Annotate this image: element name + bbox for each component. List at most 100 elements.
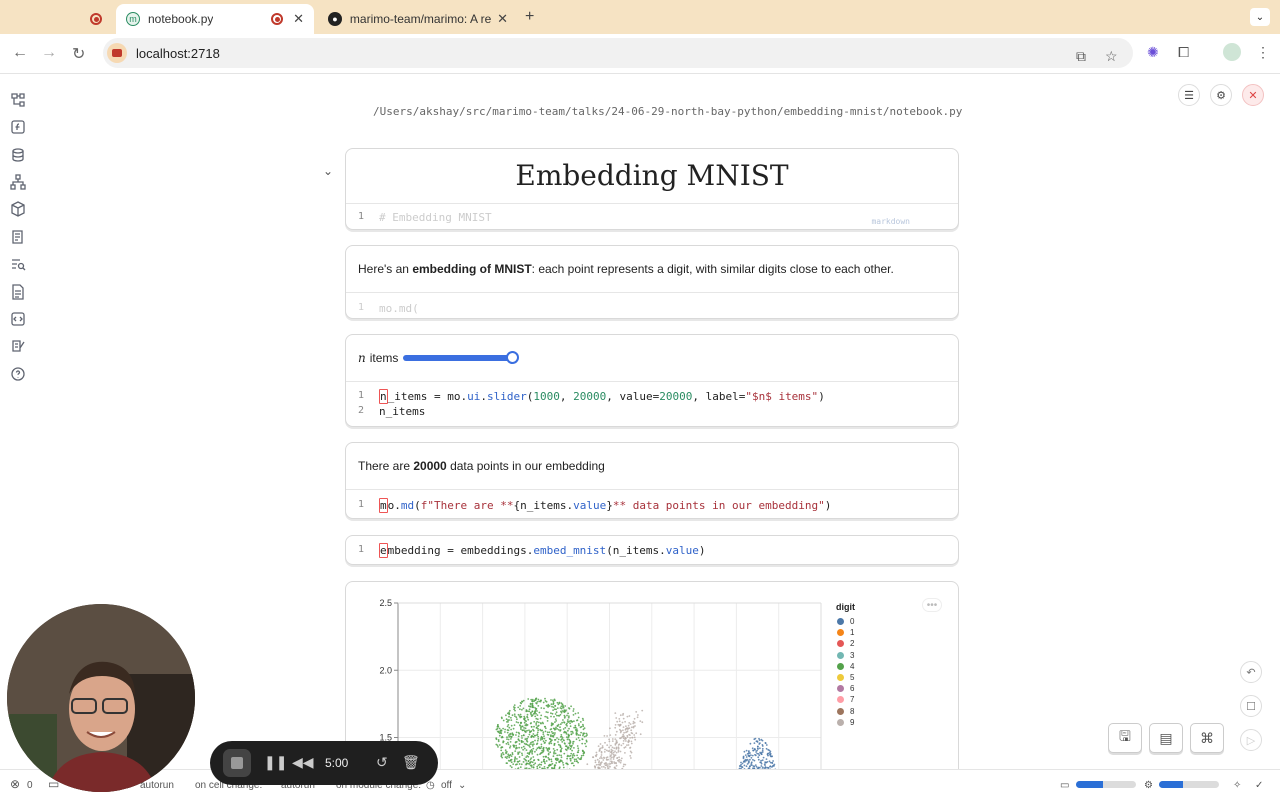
help-icon[interactable] xyxy=(10,366,26,382)
data-point xyxy=(498,727,501,730)
legend-item-7[interactable]: 7 xyxy=(837,694,854,705)
data-point xyxy=(513,713,516,716)
undo-icon[interactable]: ↶ xyxy=(1240,661,1262,683)
camera-site-icon[interactable] xyxy=(107,43,127,63)
pause-icon[interactable]: ❚❚ xyxy=(264,754,287,771)
stop-button[interactable] xyxy=(223,749,251,777)
run-icon[interactable]: ▷ xyxy=(1240,729,1262,751)
slider-label-var: n xyxy=(358,351,366,365)
error-icon[interactable]: ⊗ xyxy=(10,777,20,791)
tab-github[interactable]: ● marimo-team/marimo: A reac ✕ xyxy=(318,4,518,34)
back-icon[interactable]: ← xyxy=(12,44,28,62)
close-tab-icon[interactable]: ✕ xyxy=(293,11,304,27)
chart-cell[interactable]: ••• 2.52.01.51.0 digit 0123456789 xyxy=(345,581,959,781)
scratchpad-icon[interactable] xyxy=(10,338,26,354)
cell-editor[interactable]: 1 # Embedding MNIST markdown xyxy=(346,204,958,229)
data-point xyxy=(592,756,594,759)
data-point xyxy=(601,766,603,768)
cell-editor[interactable]: 1 mo.md(f"There are **{n_items.value}** … xyxy=(346,490,958,518)
check-icon[interactable]: ✓ xyxy=(1255,780,1263,791)
data-point xyxy=(761,747,764,750)
data-point xyxy=(760,738,763,741)
data-point xyxy=(530,726,533,728)
cell-editor[interactable]: 1 embedding = embeddings.embed_mnist(n_i… xyxy=(346,536,958,564)
data-point xyxy=(511,752,514,754)
shutdown-icon[interactable]: ✕ xyxy=(1242,84,1264,106)
trash-icon[interactable]: 🗑 xyxy=(402,754,420,771)
chevron-down-icon[interactable]: ⌄ xyxy=(323,164,333,178)
data-point xyxy=(630,740,633,743)
settings-icon[interactable]: ⚙ xyxy=(1210,84,1232,106)
database-icon[interactable] xyxy=(10,147,26,163)
address-bar[interactable]: localhost:2718 ⧉ ☆ xyxy=(103,38,1133,68)
legend-item-5[interactable]: 5 xyxy=(837,672,854,683)
data-point xyxy=(516,763,518,766)
data-point xyxy=(622,740,625,742)
legend-item-9[interactable]: 9 xyxy=(837,717,854,728)
legend-item-8[interactable]: 8 xyxy=(837,706,854,717)
data-point xyxy=(542,760,545,763)
snippets-icon[interactable] xyxy=(10,311,26,327)
legend-item-4[interactable]: 4 xyxy=(837,661,854,672)
menu-icon[interactable]: ☰ xyxy=(1178,84,1200,106)
data-point xyxy=(500,747,502,749)
documentation-icon[interactable] xyxy=(10,284,26,300)
cell-editor[interactable]: 1 n_items = mo.ui.slider(1000, 20000, va… xyxy=(346,382,958,426)
slider-thumb[interactable] xyxy=(506,351,520,364)
forward-icon[interactable]: → xyxy=(41,44,57,62)
reload-icon[interactable]: ↻ xyxy=(72,44,85,64)
search-text-icon[interactable] xyxy=(10,256,26,272)
data-point xyxy=(579,734,581,737)
recording-tab[interactable] xyxy=(80,4,112,34)
open-external-icon[interactable]: ⧉ xyxy=(1076,48,1086,65)
legend-item-0[interactable]: 0 xyxy=(837,616,854,627)
ai-icon[interactable]: ✧ xyxy=(1233,780,1241,791)
chevron-down-icon[interactable]: ⌄ xyxy=(1250,8,1270,26)
code-cell-slider[interactable]: n items 1 n_items = mo.ui.slider(1000, 2… xyxy=(345,334,959,427)
legend-item-2[interactable]: 2 xyxy=(837,638,854,649)
tab-notebook[interactable]: m notebook.py ✕ xyxy=(116,4,314,34)
data-point xyxy=(550,730,553,733)
menu-dots-icon[interactable]: ⋮ xyxy=(1256,44,1270,61)
module-change-select[interactable]: off xyxy=(441,780,452,791)
chevron-down-icon[interactable]: ⌄ xyxy=(458,780,466,791)
data-point xyxy=(750,756,753,759)
puzzle-icon[interactable]: ⧠ xyxy=(1178,44,1189,61)
save-button[interactable]: 🖫 xyxy=(1108,723,1142,753)
code-line: embedding = embeddings.embed_mnist(n_ite… xyxy=(379,543,706,558)
data-point xyxy=(635,732,638,735)
data-point xyxy=(753,742,756,744)
file-tree-icon[interactable] xyxy=(10,92,26,108)
data-point xyxy=(518,760,521,762)
n-items-slider[interactable] xyxy=(403,351,520,364)
data-point xyxy=(630,729,633,732)
close-tab-icon[interactable]: ✕ xyxy=(497,11,508,27)
code-cell-embed[interactable]: 1 embedding = embeddings.embed_mnist(n_i… xyxy=(345,535,959,565)
legend-label: 8 xyxy=(850,706,855,716)
data-point xyxy=(562,728,565,730)
data-point xyxy=(553,752,555,755)
command-palette-button[interactable]: ⌘ xyxy=(1190,723,1224,753)
function-icon[interactable] xyxy=(10,119,26,135)
extension-icon[interactable]: ✺ xyxy=(1147,44,1159,61)
rewind-icon[interactable]: ◀◀ xyxy=(292,754,314,771)
layout-button[interactable]: ▤ xyxy=(1149,723,1183,753)
markdown-cell-title[interactable]: Embedding MNIST 1 # Embedding MNIST mark… xyxy=(345,148,959,230)
outline-icon[interactable] xyxy=(10,229,26,245)
star-icon[interactable]: ☆ xyxy=(1105,48,1118,65)
legend-item-3[interactable]: 3 xyxy=(837,650,854,661)
package-icon[interactable] xyxy=(10,201,26,217)
cell-output: Here's an embedding of MNIST: each point… xyxy=(346,246,958,293)
profile-avatar[interactable] xyxy=(1223,43,1241,61)
dependency-graph-icon[interactable] xyxy=(10,174,26,190)
code-cell-count[interactable]: There are 20000 data points in our embed… xyxy=(345,442,959,519)
legend-item-1[interactable]: 1 xyxy=(837,627,854,638)
autorun-label[interactable]: autorun xyxy=(140,780,174,791)
square-icon[interactable]: ☐ xyxy=(1240,695,1262,717)
data-point xyxy=(517,753,519,755)
restart-icon[interactable]: ↺ xyxy=(376,754,388,771)
legend-item-6[interactable]: 6 xyxy=(837,683,854,694)
new-tab-button[interactable]: + xyxy=(525,8,534,26)
markdown-cell-intro[interactable]: Here's an embedding of MNIST: each point… xyxy=(345,245,959,319)
cell-editor[interactable]: 1 mo.md( xyxy=(346,293,958,318)
